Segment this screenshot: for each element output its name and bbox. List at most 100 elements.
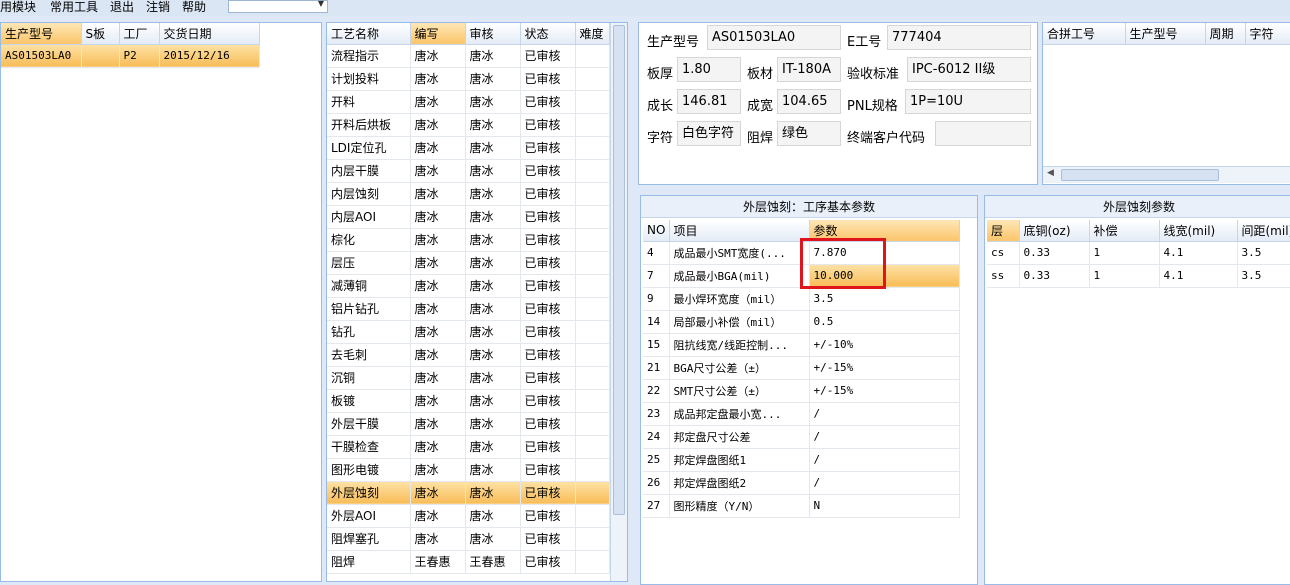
table-cell[interactable]: 唐冰 xyxy=(465,481,521,505)
table-cell[interactable]: +/-15% xyxy=(809,356,960,380)
table-row[interactable]: cs 0.33 1 4.1 3.5 xyxy=(987,241,1290,265)
table-cell[interactable]: 局部最小补偿（mil） xyxy=(669,310,810,334)
column-header[interactable]: S板 xyxy=(81,23,120,45)
table-cell[interactable]: 唐冰 xyxy=(410,274,466,298)
table-cell[interactable] xyxy=(575,67,610,91)
table-cell[interactable] xyxy=(575,274,610,298)
table-cell[interactable]: 唐冰 xyxy=(465,44,521,68)
table-cell[interactable]: LDI定位孔 xyxy=(327,136,411,160)
column-header[interactable]: 状态 xyxy=(520,23,576,45)
table-cell[interactable]: 层压 xyxy=(327,251,411,275)
table-row[interactable]: ss 0.33 1 4.1 3.5 xyxy=(987,264,1290,288)
table-cell[interactable]: / xyxy=(809,402,960,426)
table-cell[interactable]: 唐冰 xyxy=(465,251,521,275)
column-header[interactable]: 字符 xyxy=(1245,23,1290,45)
table-cell[interactable] xyxy=(575,412,610,436)
table-cell[interactable]: 内层蚀刻 xyxy=(327,182,411,206)
table-row[interactable]: 21 BGA尺寸公差（±） +/-15% xyxy=(643,356,960,380)
table-cell[interactable]: 唐冰 xyxy=(410,527,466,551)
table-cell[interactable]: 唐冰 xyxy=(465,205,521,229)
table-cell[interactable]: 外层AOI xyxy=(327,504,411,528)
table-cell[interactable]: 唐冰 xyxy=(410,435,466,459)
table-cell[interactable]: 钻孔 xyxy=(327,320,411,344)
table-row[interactable]: 减薄铜 唐冰 唐冰 已审核 xyxy=(327,274,610,298)
table-cell[interactable]: 板镀 xyxy=(327,389,411,413)
table-cell[interactable]: 唐冰 xyxy=(410,136,466,160)
table-cell[interactable]: 唐冰 xyxy=(465,136,521,160)
table-cell[interactable]: 唐冰 xyxy=(465,458,521,482)
table-cell[interactable]: 23 xyxy=(643,402,670,426)
column-header[interactable]: 层 xyxy=(987,220,1020,242)
table-cell[interactable]: SMT尺寸公差（±） xyxy=(669,379,810,403)
table-cell[interactable]: 干膜检查 xyxy=(327,435,411,459)
table-row[interactable]: 25 邦定焊盘图纸1/ xyxy=(643,448,960,472)
table-cell[interactable]: 图形电镀 xyxy=(327,458,411,482)
table-cell[interactable]: 唐冰 xyxy=(465,67,521,91)
column-header[interactable]: 生产型号 xyxy=(1125,23,1206,45)
table-cell[interactable]: 流程指示 xyxy=(327,44,411,68)
table-cell[interactable]: ss xyxy=(987,264,1020,288)
table-cell[interactable]: 唐冰 xyxy=(465,389,521,413)
table-cell[interactable]: 唐冰 xyxy=(465,504,521,528)
table-cell[interactable]: 唐冰 xyxy=(410,67,466,91)
table-cell[interactable]: 1 xyxy=(1089,264,1160,288)
table-cell[interactable]: 3.5 xyxy=(809,287,960,311)
table-cell[interactable]: 唐冰 xyxy=(465,527,521,551)
table-cell[interactable]: 唐冰 xyxy=(465,182,521,206)
table-cell[interactable]: 唐冰 xyxy=(465,274,521,298)
table-cell[interactable]: 已审核 xyxy=(520,366,576,390)
table-row[interactable]: 23 成品邦定盘最小宽... / xyxy=(643,402,960,426)
table-row[interactable]: 开料 唐冰 唐冰 已审核 xyxy=(327,90,610,114)
table-row[interactable]: 27 图形精度（Y/N） N xyxy=(643,494,960,518)
table-cell[interactable]: 已审核 xyxy=(520,435,576,459)
table-row[interactable]: AS01503LA0 P2 2015/12/16 xyxy=(1,44,260,68)
table-row[interactable]: 内层蚀刻 唐冰 唐冰 已审核 xyxy=(327,182,610,206)
table-row[interactable]: 图形电镀 唐冰 唐冰 已审核 xyxy=(327,458,610,482)
table-cell[interactable] xyxy=(575,205,610,229)
table-cell[interactable]: BGA尺寸公差（±） xyxy=(669,356,810,380)
table-cell[interactable]: 已审核 xyxy=(520,44,576,68)
table-row[interactable]: 计划投料 唐冰 唐冰 已审核 xyxy=(327,67,610,91)
table-cell[interactable]: 唐冰 xyxy=(410,481,466,505)
table-cell[interactable] xyxy=(575,527,610,551)
table-cell[interactable]: 9 xyxy=(643,287,670,311)
table-cell[interactable] xyxy=(575,320,610,344)
table-cell[interactable]: 27 xyxy=(643,494,670,518)
table-cell[interactable]: 4.1 xyxy=(1159,241,1238,265)
process-scroll-thumb[interactable] xyxy=(613,25,625,515)
mask-field[interactable]: 绿色 xyxy=(777,121,841,146)
table-cell[interactable] xyxy=(575,136,610,160)
table-cell[interactable]: 已审核 xyxy=(520,90,576,114)
menu-logout[interactable]: 注销 xyxy=(146,0,170,16)
column-header[interactable]: 周期 xyxy=(1205,23,1246,45)
table-cell[interactable]: 已审核 xyxy=(520,251,576,275)
table-cell[interactable]: 唐冰 xyxy=(410,182,466,206)
merge-scroll-thumb[interactable] xyxy=(1061,169,1219,181)
table-cell[interactable]: 已审核 xyxy=(520,481,576,505)
table-cell[interactable]: 唐冰 xyxy=(465,343,521,367)
table-cell[interactable]: 3.5 xyxy=(1237,264,1290,288)
table-cell[interactable]: 唐冰 xyxy=(465,435,521,459)
chevron-down-icon[interactable]: ▼ xyxy=(318,0,324,8)
table-row[interactable]: 26 邦定焊盘图纸2/ xyxy=(643,471,960,495)
table-row[interactable]: 外层蚀刻 唐冰 唐冰 已审核 xyxy=(327,481,610,505)
table-row[interactable]: 铝片钻孔 唐冰 唐冰 已审核 xyxy=(327,297,610,321)
table-row[interactable]: 去毛刺 唐冰 唐冰 已审核 xyxy=(327,343,610,367)
process-vertical-scrollbar[interactable] xyxy=(610,23,627,581)
table-cell[interactable]: 唐冰 xyxy=(465,228,521,252)
table-row[interactable]: 24 邦定盘尺寸公差 / xyxy=(643,425,960,449)
table-cell[interactable]: +/-15% xyxy=(809,379,960,403)
column-header[interactable]: 合拼工号 xyxy=(1043,23,1126,45)
merge-horizontal-scrollbar[interactable]: ◀ xyxy=(1043,166,1290,183)
table-cell[interactable]: 内层干膜 xyxy=(327,159,411,183)
table-cell[interactable]: 7 xyxy=(643,264,670,288)
table-cell[interactable]: 王春惠 xyxy=(465,550,521,574)
table-cell[interactable]: / xyxy=(809,471,960,495)
table-row[interactable]: 沉铜 唐冰 唐冰 已审核 xyxy=(327,366,610,390)
table-cell[interactable]: 唐冰 xyxy=(410,504,466,528)
table-row[interactable]: 9 最小焊环宽度（mil） 3.5 xyxy=(643,287,960,311)
table-cell[interactable]: 唐冰 xyxy=(465,159,521,183)
column-header[interactable]: 补偿 xyxy=(1089,220,1160,242)
table-row[interactable]: 棕化 唐冰 唐冰 已审核 xyxy=(327,228,610,252)
table-cell[interactable]: 减薄铜 xyxy=(327,274,411,298)
